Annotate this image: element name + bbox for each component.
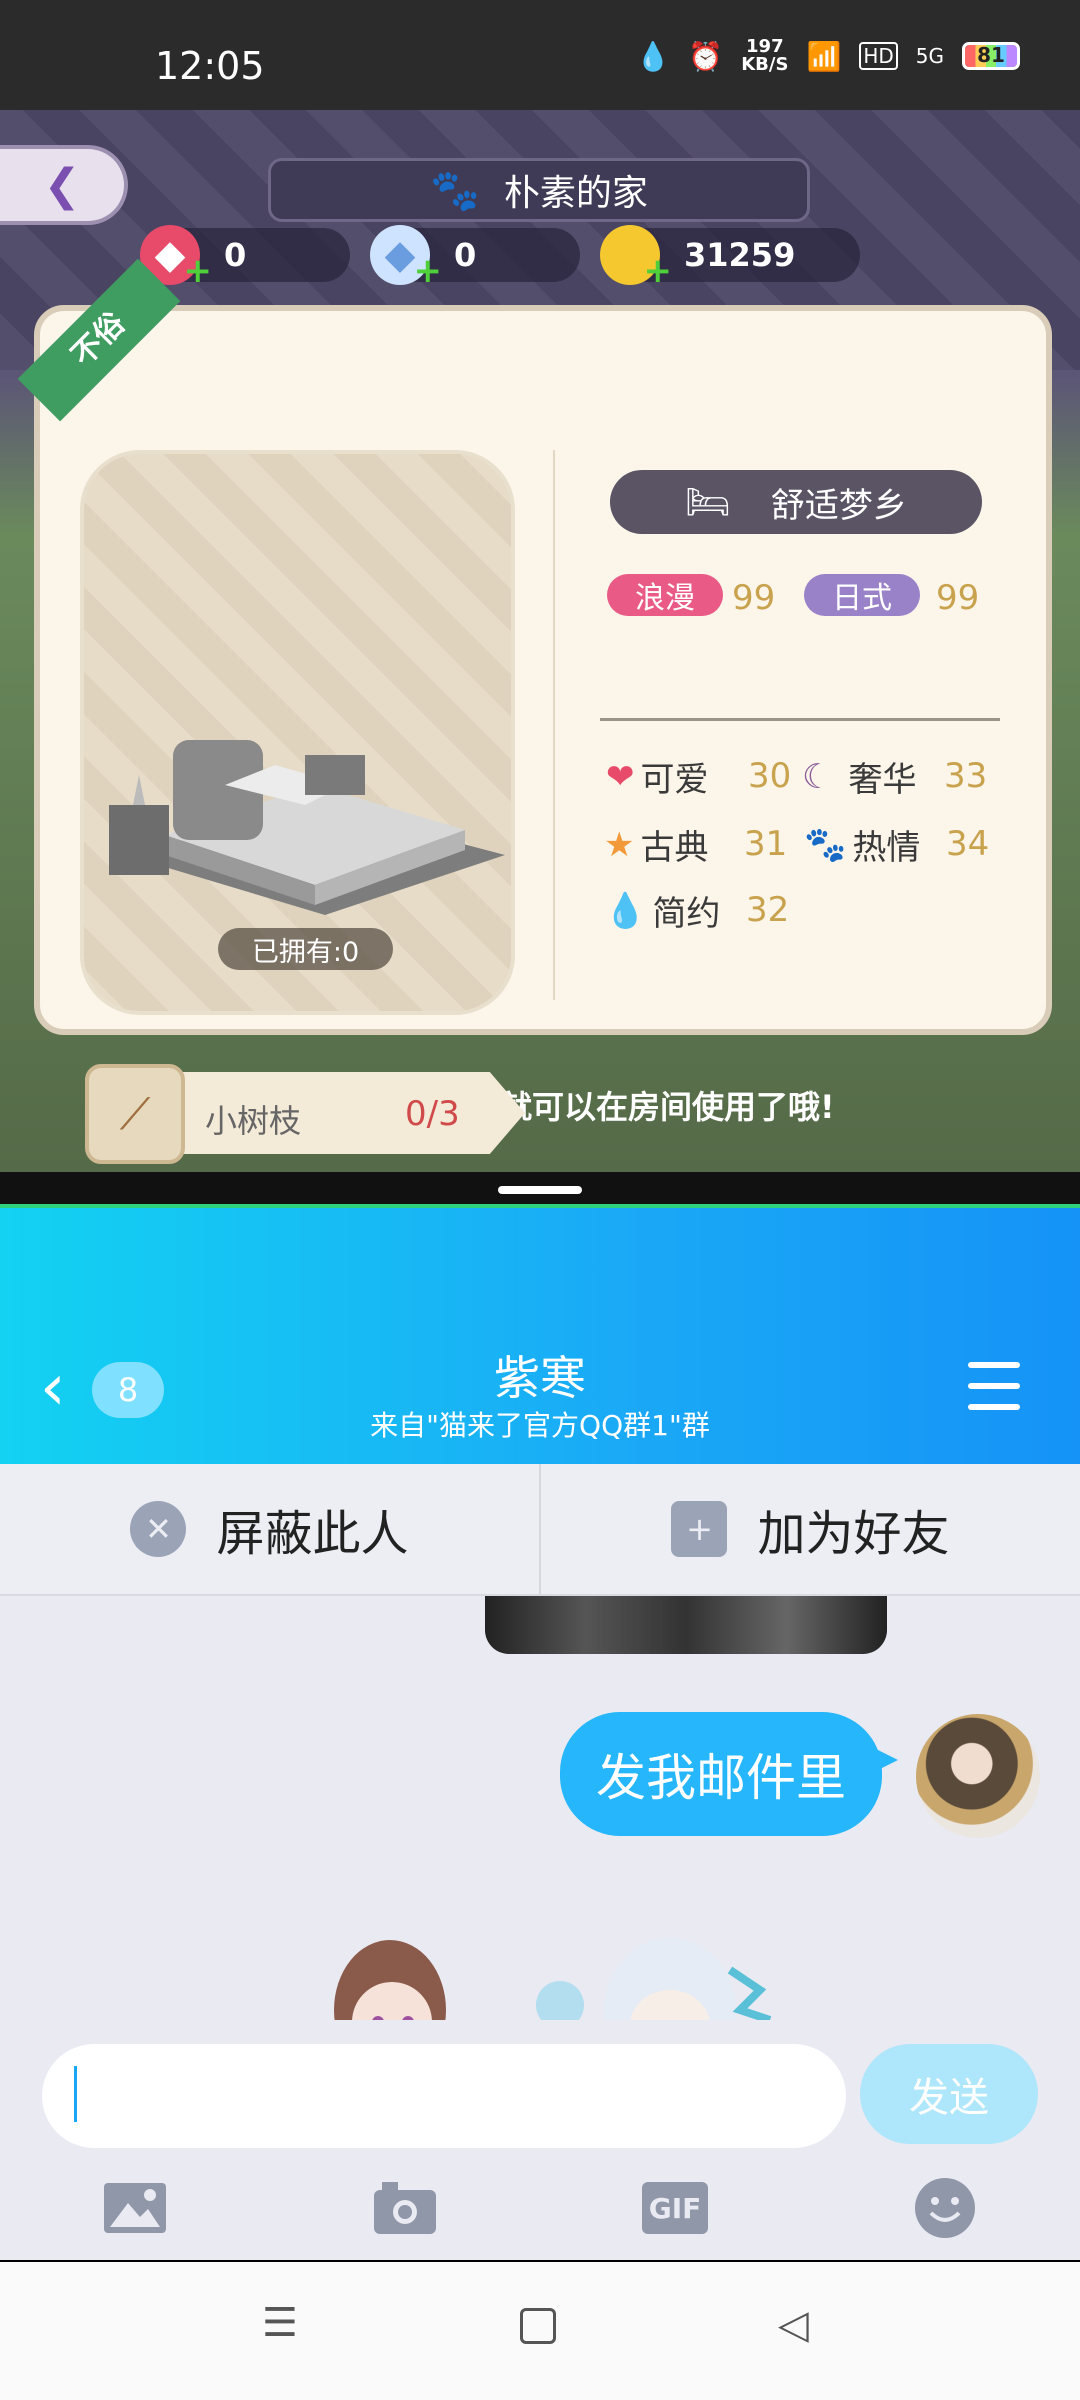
add-person-icon: + xyxy=(671,1501,728,1557)
ruby-counter[interactable]: ◆ + 0 xyxy=(140,225,350,291)
battery-icon: 81 xyxy=(962,42,1020,70)
stats-divider xyxy=(600,718,1000,721)
attr-label: 古典 xyxy=(640,828,709,868)
attr-luxury: ☾ 奢华 xyxy=(802,752,916,801)
back-button[interactable]: ❮ xyxy=(0,145,128,225)
diamond-counter[interactable]: ◆ + 0 xyxy=(370,225,580,291)
chat-title: 紫寒 xyxy=(494,1351,586,1405)
hint-text: 就可以在房间使用了哦! xyxy=(500,1088,835,1126)
status-time: 12:05 xyxy=(155,44,265,88)
block-user-button[interactable]: ✕ 屏蔽此人 xyxy=(0,1464,539,1594)
home-icon[interactable] xyxy=(520,2308,556,2344)
moon-icon: ☾ xyxy=(802,756,833,797)
gold-value: 31259 xyxy=(684,236,796,274)
attr-classic: ★ 古典 xyxy=(604,820,708,869)
network-speed: 197 KB/S xyxy=(741,38,788,74)
send-button[interactable]: 发送 xyxy=(860,2044,1038,2144)
avatar[interactable] xyxy=(916,1714,1040,1838)
twig-icon: ⟋ xyxy=(85,1064,185,1164)
tag-romance-value: 99 xyxy=(732,578,776,618)
attr-luxury-value: 33 xyxy=(944,756,988,796)
paw-icon: 🐾 xyxy=(804,824,847,865)
block-label: 屏蔽此人 xyxy=(216,1506,409,1562)
back-icon[interactable]: ◁ xyxy=(778,2302,809,2348)
attr-passion: 🐾 热情 xyxy=(804,820,920,869)
gif-icon[interactable]: GIF xyxy=(640,2178,710,2238)
room-title: 朴素的家 xyxy=(503,173,648,214)
heart-swirl-icon: ❤ xyxy=(606,756,635,797)
message-bubble[interactable]: 发我邮件里 xyxy=(560,1712,898,1836)
split-handle[interactable] xyxy=(498,1186,582,1194)
attr-classic-value: 31 xyxy=(744,824,788,864)
camera-icon[interactable] xyxy=(370,2178,440,2238)
task-item-name: 小树枝 xyxy=(205,1102,302,1140)
add-friend-label: 加为好友 xyxy=(757,1506,950,1562)
status-icons: 💧 ⏰ 197 KB/S 📶 HD 5G 81 xyxy=(635,38,1020,74)
attr-passion-value: 34 xyxy=(946,824,990,864)
currency-bar: ◆ + 0 ◆ + 0 ● + 31259 xyxy=(140,220,940,291)
gif-label: GIF xyxy=(642,2182,708,2234)
attr-label: 奢华 xyxy=(848,760,917,800)
bed-image xyxy=(109,740,505,915)
alarm-icon: ⏰ xyxy=(688,39,724,73)
tag-label: 浪漫 xyxy=(635,581,695,616)
attr-cute-value: 30 xyxy=(748,756,792,796)
tag-japanese: 日式 xyxy=(804,574,920,616)
attr-cute: ❤ 可爱 xyxy=(606,752,709,801)
image-message[interactable] xyxy=(485,1596,887,1654)
emoji-icon[interactable] xyxy=(910,2178,980,2238)
star-icon: ★ xyxy=(604,824,635,865)
add-friend-button[interactable]: + 加为好友 xyxy=(539,1464,1080,1594)
ruby-value: 0 xyxy=(224,236,247,274)
attr-label: 热情 xyxy=(852,828,921,868)
speed-unit: KB/S xyxy=(741,54,789,75)
menu-icon[interactable]: ☰ xyxy=(262,2300,298,2346)
set-name-plate: 🛏 舒适梦乡 xyxy=(610,470,982,534)
drop-icon: 💧 xyxy=(635,39,671,73)
tag-label: 日式 xyxy=(832,581,892,616)
message-input[interactable] xyxy=(42,2044,846,2148)
attr-label: 简约 xyxy=(652,894,721,934)
chat-subtitle: 来自"猫来了官方QQ群1"群 xyxy=(370,1409,710,1442)
attr-simple-value: 32 xyxy=(746,890,790,930)
tag-japanese-value: 99 xyxy=(936,578,980,618)
card-divider xyxy=(553,450,555,1000)
bed-icon: 🛏 xyxy=(685,482,731,523)
menu-icon[interactable] xyxy=(968,1362,1020,1410)
attr-label: 可爱 xyxy=(640,760,709,800)
text-caret xyxy=(74,2066,77,2122)
attr-simple: 💧 简约 xyxy=(604,886,720,935)
block-icon: ✕ xyxy=(130,1501,187,1557)
set-name: 舒适梦乡 xyxy=(770,485,907,526)
signal-icon: 5G xyxy=(915,44,944,68)
gold-coin-icon: ● + xyxy=(600,225,672,291)
wifi-icon: 📶 xyxy=(806,39,842,73)
diamond-icon: ◆ + xyxy=(370,225,442,291)
action-bar: ✕ 屏蔽此人 + 加为好友 xyxy=(0,1464,1080,1596)
status-bar: 12:05 💧 ⏰ 197 KB/S 📶 HD 5G 81 xyxy=(0,0,1080,110)
diamond-value: 0 xyxy=(454,236,477,274)
swirl-back-icon: ❮ xyxy=(43,159,81,211)
room-title-plate: 🐾 朴素的家 xyxy=(268,158,810,222)
hd-icon: HD xyxy=(859,42,898,70)
gold-counter[interactable]: ● + 31259 xyxy=(600,225,860,291)
image-icon[interactable] xyxy=(100,2178,170,2238)
droplet-icon: 💧 xyxy=(604,890,647,931)
task-progress: 0/3 xyxy=(405,1094,460,1134)
tag-romance: 浪漫 xyxy=(607,574,723,616)
owned-count: 已拥有:0 xyxy=(218,928,393,970)
battery-level: 81 xyxy=(977,43,1005,67)
paw-icon: 🐾 xyxy=(430,167,480,214)
